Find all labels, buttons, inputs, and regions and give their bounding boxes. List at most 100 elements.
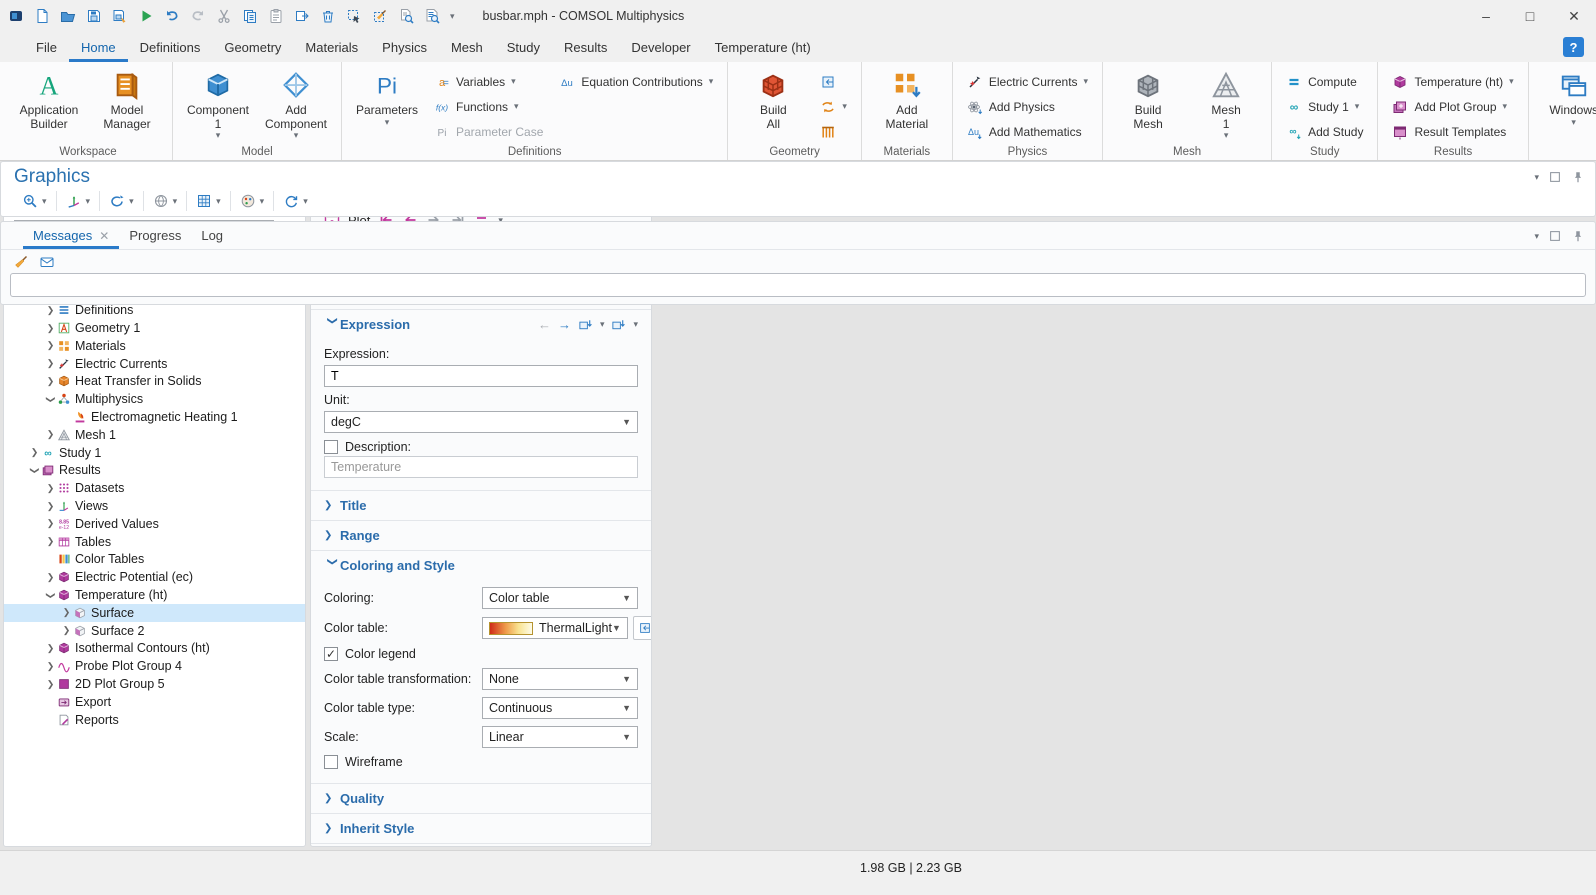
tree-item-electric-currents[interactable]: ❯Electric Currents: [4, 355, 305, 373]
ribbon-button-compute[interactable]: Compute: [1279, 69, 1370, 94]
ribbon-button-model-manager[interactable]: Model Manager: [89, 67, 165, 131]
clear-messages-icon[interactable]: [13, 254, 29, 270]
expander-icon[interactable]: ❯: [44, 518, 57, 529]
expander-icon[interactable]: ❯: [44, 536, 57, 547]
graphics-tool-transparency[interactable]: ▾: [144, 191, 188, 211]
menu-tab-definitions[interactable]: Definitions: [128, 35, 213, 62]
ribbon-button-windows[interactable]: Windows▾: [1536, 67, 1596, 127]
menu-tab-physics[interactable]: Physics: [370, 35, 439, 62]
expander-icon[interactable]: ❯: [44, 358, 57, 369]
scene-light-color-caret[interactable]: ▾: [260, 197, 265, 206]
ribbon-button-parameter-case[interactable]: PiParameter Case: [427, 119, 550, 144]
expr-back-icon[interactable]: ←: [538, 317, 551, 332]
expander-icon[interactable]: ❯: [44, 643, 57, 654]
tree-item-electric-potential-ec[interactable]: ❯Electric Potential (ec): [4, 568, 305, 586]
replace-expression-caret[interactable]: ▾: [633, 320, 638, 329]
expander-icon[interactable]: ❯: [29, 464, 40, 477]
expander-icon[interactable]: ❯: [45, 589, 56, 602]
tree-item-datasets[interactable]: ❯Datasets: [4, 479, 305, 497]
ribbon-button-electric-currents[interactable]: Electric Currents▾: [960, 69, 1095, 94]
tree-item-2d-plot-group-5[interactable]: ❯2D Plot Group 5: [4, 675, 305, 693]
save-as-icon[interactable]: [112, 8, 128, 24]
section-range[interactable]: ❯Range: [311, 521, 651, 550]
tree-item-views[interactable]: ❯Views: [4, 497, 305, 515]
expander-icon[interactable]: ❯: [44, 501, 57, 512]
help-button[interactable]: ?: [1563, 37, 1584, 57]
ribbon-button-build-mesh[interactable]: Build Mesh: [1110, 67, 1186, 131]
add-color-table-button[interactable]: [633, 616, 652, 640]
cut-icon[interactable]: [216, 8, 232, 24]
expander-icon[interactable]: ❯: [44, 661, 57, 672]
tree-item-isothermal-contours-ht[interactable]: ❯Isothermal Contours (ht): [4, 640, 305, 658]
ribbon-button-add-study[interactable]: ∞Add Study: [1279, 119, 1370, 144]
menu-tab-temperature-ht[interactable]: Temperature (ht): [703, 35, 823, 62]
ribbon-button-add-mathematics[interactable]: ΔuAdd Mathematics: [960, 119, 1095, 144]
minimize-button[interactable]: –: [1464, 0, 1508, 32]
tree-item-surface-2[interactable]: ❯Surface 2: [4, 622, 305, 640]
tree-item-study-1[interactable]: ❯∞Study 1: [4, 444, 305, 462]
rotate-caret[interactable]: ▾: [129, 197, 134, 206]
ribbon-button-mesh-1[interactable]: Mesh 1▾: [1188, 67, 1264, 140]
duplicate-icon[interactable]: [294, 8, 310, 24]
ribbon-button-functions[interactable]: f(x)Functions▾: [427, 94, 550, 119]
menu-tab-geometry[interactable]: Geometry: [212, 35, 293, 62]
graphics-tool-zoom[interactable]: ▾: [13, 191, 57, 211]
message-log-icon[interactable]: [39, 254, 55, 270]
unit-select[interactable]: degC▼: [324, 411, 638, 433]
expander-icon[interactable]: ❯: [44, 483, 57, 494]
color-table-type-select[interactable]: Continuous▼: [482, 697, 638, 719]
messages-tab-log[interactable]: Log: [191, 224, 233, 249]
insert-expression-caret[interactable]: ▾: [600, 320, 605, 329]
menu-tab-materials[interactable]: Materials: [293, 35, 370, 62]
section-quality[interactable]: ❯Quality: [311, 784, 651, 813]
tree-item-temperature-ht[interactable]: ❯Temperature (ht): [4, 586, 305, 604]
ribbon-button-parameters[interactable]: PiParameters▾: [349, 67, 425, 127]
ribbon-button-add-physics[interactable]: Add Physics: [960, 94, 1095, 119]
menu-tab-home[interactable]: Home: [69, 35, 128, 62]
color-table-select[interactable]: ThermalLight▼: [482, 617, 628, 639]
ribbon-button-s-geovirt[interactable]: [813, 119, 854, 144]
ribbon-button-add-material[interactable]: Add Material: [869, 67, 945, 131]
app-logo-icon[interactable]: [8, 8, 24, 24]
color-table-transformation-select[interactable]: None▼: [482, 668, 638, 690]
tree-item-tables[interactable]: ❯Tables: [4, 533, 305, 551]
grid-caret[interactable]: ▾: [216, 197, 221, 206]
expander-icon[interactable]: ❯: [44, 572, 57, 583]
panel-menu-icon[interactable]: ▾: [1534, 232, 1539, 241]
expander-icon[interactable]: ❯: [60, 607, 73, 618]
graphics-tool-scene-light-color[interactable]: ▾: [231, 191, 275, 211]
section-inherit-style[interactable]: ❯Inherit Style: [311, 814, 651, 843]
expression-input[interactable]: [324, 365, 638, 387]
tree-item-export[interactable]: Export: [4, 693, 305, 711]
expander-icon[interactable]: ❯: [44, 340, 57, 351]
menu-tab-file[interactable]: File: [24, 35, 69, 62]
update-caret[interactable]: ▾: [303, 197, 308, 206]
maximize-button[interactable]: □: [1508, 0, 1552, 32]
tree-item-derived-values[interactable]: ❯8.85e-12Derived Values: [4, 515, 305, 533]
expander-icon[interactable]: ❯: [60, 625, 73, 636]
messages-content[interactable]: [10, 273, 1586, 297]
expr-forward-icon[interactable]: →: [558, 317, 571, 332]
panel-menu-icon[interactable]: ▾: [1534, 173, 1539, 182]
ribbon-button-equation-contributions[interactable]: ΔuEquation Contributions▾: [552, 69, 720, 94]
search-doc-icon[interactable]: [424, 8, 440, 24]
pin-panel-icon[interactable]: [1571, 229, 1585, 243]
redo-icon[interactable]: [190, 8, 206, 24]
graphics-tool-rotate[interactable]: ▾: [100, 191, 144, 211]
tree-item-surface[interactable]: ❯Surface: [4, 604, 305, 622]
select-box-icon[interactable]: [346, 8, 362, 24]
graphics-tool-update[interactable]: ▾: [274, 191, 317, 211]
paste-icon[interactable]: [268, 8, 284, 24]
delete-icon[interactable]: [320, 8, 336, 24]
description-checkbox[interactable]: [324, 440, 338, 454]
tree-item-multiphysics[interactable]: ❯Multiphysics: [4, 390, 305, 408]
menu-tab-developer[interactable]: Developer: [619, 35, 702, 62]
tree-item-mesh-1[interactable]: ❯Mesh 1: [4, 426, 305, 444]
menu-tab-study[interactable]: Study: [495, 35, 552, 62]
ribbon-button-add-plot-group[interactable]: Add Plot Group▾: [1385, 94, 1520, 119]
insert-expression-icon[interactable]: [578, 317, 593, 332]
ribbon-button-add-component[interactable]: Add Component▾: [258, 67, 334, 140]
expander-icon[interactable]: ❯: [28, 447, 41, 458]
qat-customize-icon[interactable]: ▾: [450, 12, 455, 21]
find-doc-icon[interactable]: [398, 8, 414, 24]
